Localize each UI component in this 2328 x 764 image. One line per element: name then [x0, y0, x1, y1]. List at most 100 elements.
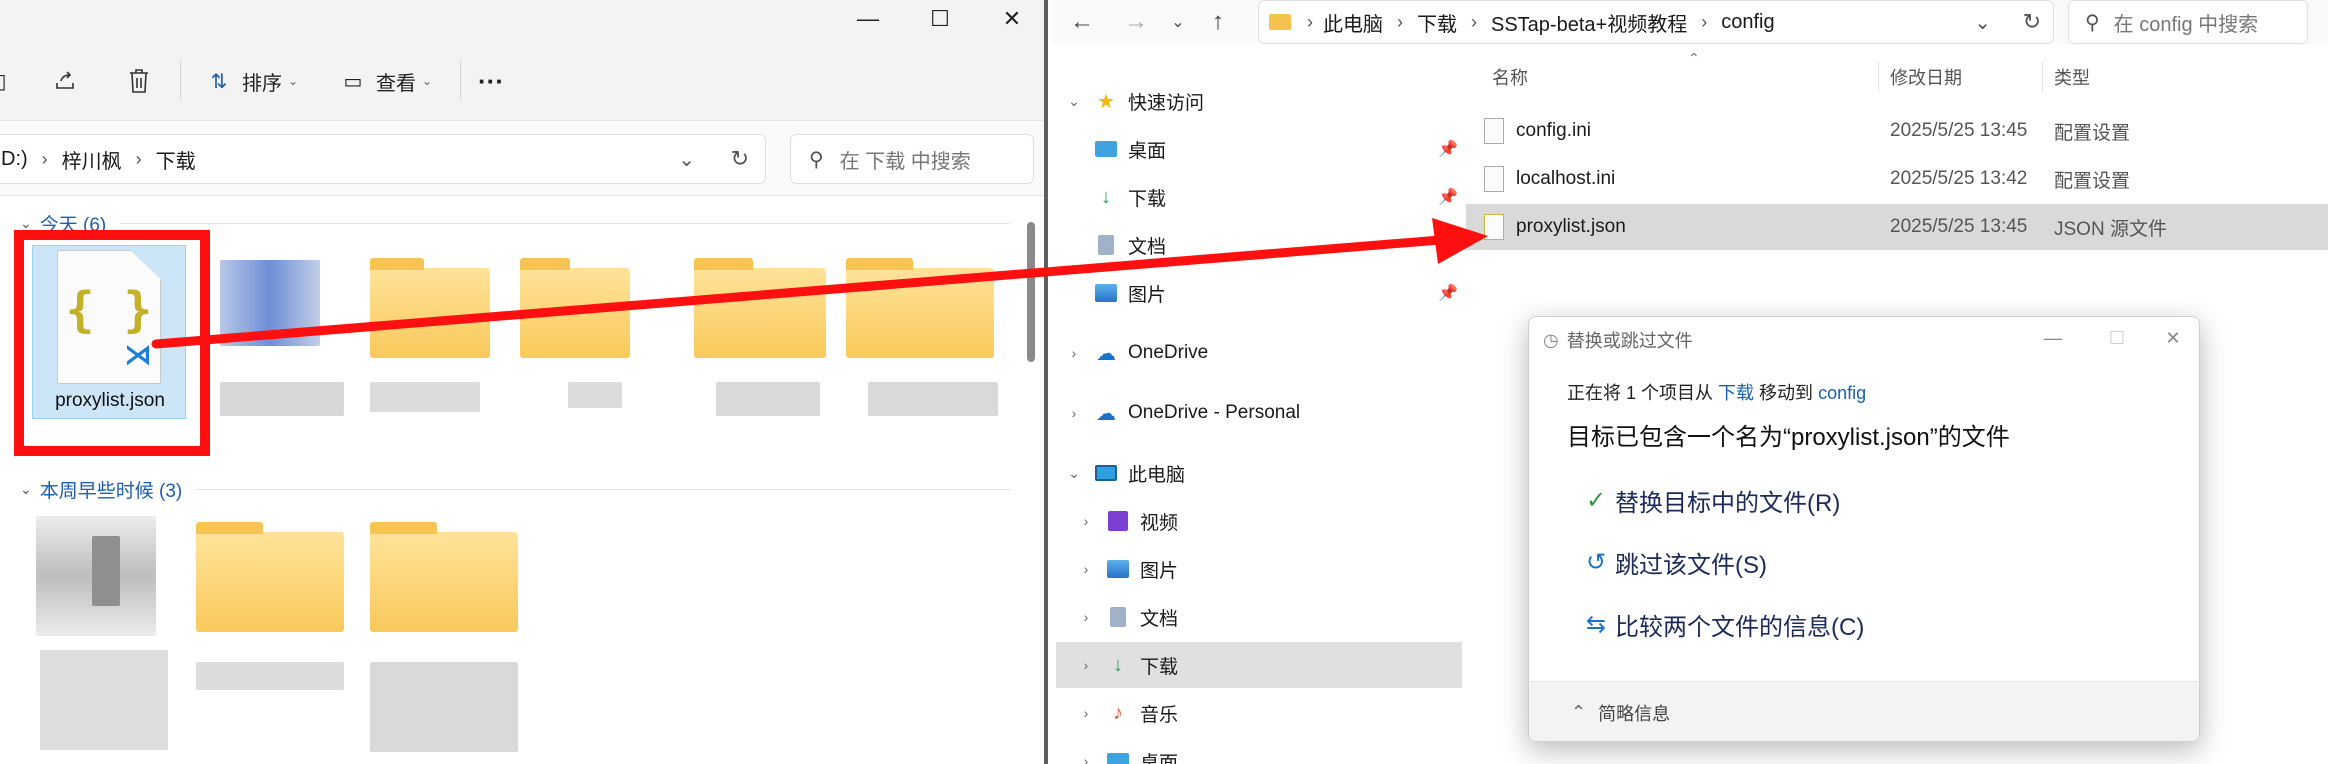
breadcrumb-item[interactable]: 梓川枫: [62, 145, 122, 174]
address-history-icon[interactable]: ⌄: [678, 147, 695, 172]
nav-label: 音乐: [1140, 704, 1179, 726]
nav-downloads-pinned[interactable]: ↓ 下载 📌: [1092, 174, 1506, 220]
picture-icon: [1092, 279, 1120, 307]
nav-videos[interactable]: › 视频: [1076, 498, 1490, 544]
folder-icon[interactable]: [370, 522, 518, 632]
breadcrumb-item[interactable]: D:): [1, 148, 28, 171]
folder-icon[interactable]: [520, 258, 630, 358]
nav-onedrive-personal[interactable]: › ☁ OneDrive - Personal: [1064, 390, 1478, 436]
destination-folder-link[interactable]: config: [1818, 383, 1866, 403]
maximize-button[interactable]: ☐: [904, 0, 976, 38]
nav-label: OneDrive - Personal: [1128, 402, 1301, 423]
dialog-title: 替换或跳过文件: [1566, 331, 1693, 351]
nav-label: 图片: [1128, 284, 1167, 306]
breadcrumb-item[interactable]: 此电脑: [1323, 8, 1383, 37]
pin-icon: 📌: [1438, 189, 1458, 206]
cloud-icon: ☁: [1096, 402, 1116, 425]
close-button[interactable]: ✕: [976, 0, 1044, 38]
forward-button[interactable]: →: [1118, 4, 1154, 40]
left-breadcrumb[interactable]: D:) › 梓川枫 › 下载 ⌄ ↻: [0, 134, 766, 184]
blurred-file-label: [370, 662, 518, 752]
ini-file-icon: [1484, 118, 1504, 144]
back-button[interactable]: ←: [1064, 4, 1100, 40]
chevron-right-icon: ›: [1083, 657, 1089, 673]
column-header-name[interactable]: 名称: [1492, 64, 1528, 90]
fewer-details-toggle[interactable]: ⌃ 简略信息: [1529, 681, 2199, 741]
compare-option[interactable]: ⇆ 比较两个文件的信息(C): [1581, 607, 1864, 642]
nav-desktop-pinned[interactable]: 桌面 📌: [1092, 126, 1506, 172]
left-scrollbar-thumb[interactable]: [1027, 222, 1035, 362]
toolbar-divider: [180, 60, 181, 100]
breadcrumb-item[interactable]: config: [1721, 11, 1774, 34]
column-divider[interactable]: [2042, 62, 2043, 92]
nav-pictures-pinned[interactable]: 图片 📌: [1092, 270, 1506, 316]
blurred-file-icon[interactable]: [220, 260, 320, 346]
column-header-type[interactable]: 类型: [2054, 64, 2090, 90]
folder-icon[interactable]: [196, 522, 344, 632]
search-placeholder: 在 下载 中搜索: [839, 150, 971, 173]
breadcrumb-item[interactable]: SSTap-beta+视频教程: [1491, 8, 1687, 37]
blurred-file-label: [220, 382, 344, 416]
folder-icon[interactable]: [694, 258, 826, 358]
cloud-icon: ☁: [1096, 342, 1116, 365]
breadcrumb-item[interactable]: 下载: [1417, 8, 1457, 37]
column-divider[interactable]: [1878, 62, 1879, 92]
group-divider: [196, 489, 1010, 490]
minimize-icon: —: [857, 6, 879, 31]
dialog-close-button[interactable]: ✕: [2149, 321, 2197, 355]
folder-icon[interactable]: [370, 258, 490, 358]
source-folder-link[interactable]: 下载: [1718, 383, 1754, 403]
trash-icon: [124, 66, 154, 96]
column-header-date[interactable]: 修改日期: [1890, 64, 1962, 90]
group-header-this-week[interactable]: ⌄ 本周早些时候 (3): [20, 476, 1010, 503]
rename-button[interactable]: ▯: [0, 60, 24, 102]
more-options-button[interactable]: ···: [478, 60, 504, 102]
address-history-icon[interactable]: ⌄: [1974, 10, 1991, 35]
chevron-right-icon: ›: [41, 148, 48, 169]
nav-music[interactable]: › ♪ 音乐: [1076, 690, 1490, 736]
sort-icon: ⇅: [210, 70, 228, 93]
nav-onedrive[interactable]: › ☁ OneDrive: [1064, 330, 1478, 376]
nav-desktop[interactable]: › 桌面: [1076, 738, 1490, 764]
nav-documents-pinned[interactable]: 文档 📌: [1092, 222, 1506, 268]
dialog-maximize-button[interactable]: ☐: [2093, 321, 2141, 355]
nav-documents[interactable]: › 文档: [1076, 594, 1490, 640]
nav-label: 此电脑: [1128, 464, 1186, 486]
undo-icon: ↺: [1585, 549, 1607, 576]
nav-label: 桌面: [1128, 140, 1167, 162]
nav-this-pc[interactable]: ⌄ 此电脑: [1064, 450, 1478, 496]
nav-quick-access[interactable]: ⌄ ★ 快速访问: [1064, 78, 1478, 124]
folder-icon[interactable]: [846, 258, 994, 358]
skip-option[interactable]: ↺ 跳过该文件(S): [1581, 545, 1767, 580]
chevron-right-icon: ›: [1071, 405, 1077, 421]
dialog-message: 目标已包含一个名为“proxylist.json”的文件: [1567, 424, 2010, 451]
navigation-pane: ⌄ ★ 快速访问 桌面 📌 ↓ 下载 📌 文档 📌 图片 📌 › ☁ OneDr…: [1052, 56, 1466, 764]
chevron-up-icon: ⌃: [1571, 702, 1587, 722]
chevron-right-icon: ›: [1471, 11, 1477, 32]
minimize-button[interactable]: —: [832, 0, 904, 38]
replace-option[interactable]: ✓ 替换目标中的文件(R): [1581, 483, 1840, 518]
recent-locations-button[interactable]: ⌄: [1160, 4, 1196, 40]
share-button[interactable]: [50, 60, 88, 102]
up-button[interactable]: ↑: [1200, 4, 1236, 40]
file-type: 配置设置: [2054, 170, 2131, 192]
right-breadcrumb[interactable]: › 此电脑 › 下载 › SSTap-beta+视频教程 › config ⌄ …: [1258, 0, 2054, 44]
view-button[interactable]: ▭ 查看 ⌄: [338, 60, 433, 102]
right-search-input[interactable]: ⚲ 在 config 中搜索: [2068, 0, 2308, 44]
nav-downloads[interactable]: › ↓ 下载: [1056, 642, 1462, 688]
refresh-icon[interactable]: ↻: [2023, 9, 2041, 35]
nav-pictures[interactable]: › 图片: [1076, 546, 1490, 592]
file-row[interactable]: localhost.ini 2025/5/25 13:42 配置设置: [1466, 156, 2328, 202]
sort-button[interactable]: ⇅ 排序 ⌄: [204, 60, 298, 102]
delete-button[interactable]: [124, 60, 162, 102]
desktop-icon: [1092, 135, 1120, 163]
dialog-minimize-button[interactable]: —: [2029, 321, 2077, 355]
refresh-icon[interactable]: ↻: [731, 146, 749, 172]
left-search-input[interactable]: ⚲ 在 下载 中搜索: [790, 134, 1034, 184]
breadcrumb-item[interactable]: 下载: [156, 145, 196, 174]
file-row[interactable]: config.ini 2025/5/25 13:45 配置设置: [1466, 108, 2328, 154]
chevron-right-icon: ›: [1071, 345, 1077, 361]
nav-label: 下载: [1140, 656, 1179, 678]
file-row-selected[interactable]: proxylist.json 2025/5/25 13:45 JSON 源文件: [1466, 204, 2328, 250]
arrow-right-icon: →: [1124, 8, 1148, 35]
